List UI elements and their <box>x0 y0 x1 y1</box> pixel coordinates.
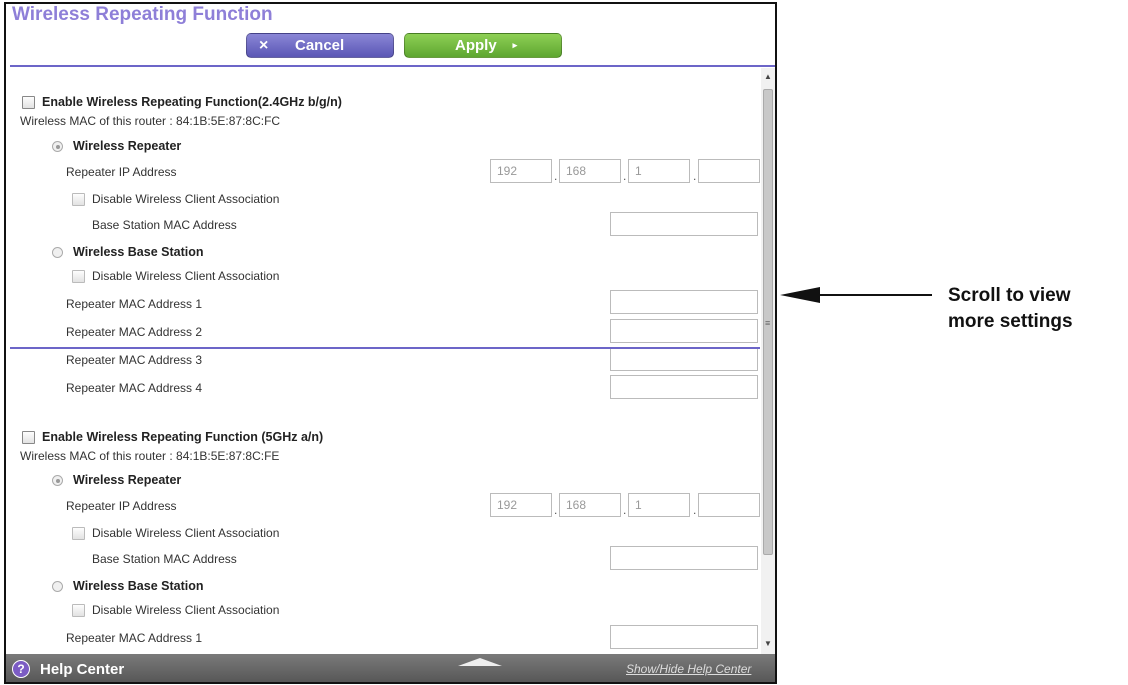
wireless-base-station-5-label: Wireless Base Station <box>73 579 204 593</box>
repeater-mac-24-3-input[interactable] <box>610 347 758 371</box>
repeater-mac-24-1-input[interactable] <box>610 290 758 314</box>
apply-button[interactable]: Apply ▸ <box>404 33 562 58</box>
disable-assoc-5b-row[interactable]: Disable Wireless Client Association <box>72 603 279 617</box>
base-station-mac-5-input[interactable] <box>610 546 758 570</box>
ip-separator: . <box>623 169 627 183</box>
scroll-thumb[interactable]: ≡ <box>763 89 773 555</box>
ip-separator: . <box>554 503 558 517</box>
ip-separator: . <box>693 503 697 517</box>
disable-assoc-5b-label: Disable Wireless Client Association <box>92 603 280 617</box>
enable-repeating-5-label: Enable Wireless Repeating Function (5GHz… <box>42 430 324 444</box>
disable-assoc-24-label: Disable Wireless Client Association <box>92 192 280 206</box>
cancel-button-label: Cancel <box>295 37 345 54</box>
ip-separator: . <box>693 169 697 183</box>
ip-separator: . <box>554 169 558 183</box>
show-hide-help-link[interactable]: Show/Hide Help Center <box>626 662 751 676</box>
repeater-ip-5-octet-2[interactable]: 168 <box>559 493 621 517</box>
disable-assoc-5-label: Disable Wireless Client Association <box>92 526 280 540</box>
disable-assoc-5-checkbox[interactable] <box>72 526 85 540</box>
repeater-ip-24-label: Repeater IP Address <box>66 165 177 179</box>
disable-assoc-24-row[interactable]: Disable Wireless Client Association <box>72 192 279 206</box>
repeater-ip-5-octet-4[interactable] <box>698 493 760 517</box>
repeater-mac-24-2-label: Repeater MAC Address 2 <box>66 325 203 339</box>
repeater-ip-24-octet-1[interactable]: 192 <box>490 159 552 183</box>
base-station-mac-24-input[interactable] <box>610 212 758 236</box>
enable-repeating-24-label: Enable Wireless Repeating Function(2.4GH… <box>42 95 342 109</box>
help-center-label[interactable]: Help Center <box>40 661 124 678</box>
wireless-base-station-24-label: Wireless Base Station <box>73 245 204 259</box>
wireless-repeater-24-label: Wireless Repeater <box>73 139 182 153</box>
wireless-base-station-24-row[interactable]: Wireless Base Station <box>52 245 204 259</box>
close-icon: × <box>259 36 269 54</box>
question-circle-icon[interactable]: ? <box>12 660 30 678</box>
base-station-mac-5-label: Base Station MAC Address <box>92 552 237 566</box>
callout-line-2: more settings <box>948 310 1073 332</box>
callout-arrow-icon <box>780 287 932 303</box>
page-title: Wireless Repeating Function <box>12 4 273 25</box>
repeater-mac-24-1-label: Repeater MAC Address 1 <box>66 297 203 311</box>
wireless-repeater-5-label: Wireless Repeater <box>73 473 182 487</box>
scroll-down-icon[interactable]: ▼ <box>764 639 772 648</box>
repeater-mac-24-2-input[interactable] <box>610 319 758 343</box>
repeater-ip-5-octet-3[interactable]: 1 <box>628 493 690 517</box>
router-settings-window: Wireless Repeating Function × Cancel App… <box>4 2 777 684</box>
router-mac-5: Wireless MAC of this router : 84:1B:5E:8… <box>20 449 280 463</box>
vertical-scrollbar[interactable]: ▲ ≡ ▼ <box>761 68 775 654</box>
wireless-repeater-24-radio[interactable] <box>52 140 63 152</box>
base-station-mac-24-label: Base Station MAC Address <box>92 218 237 232</box>
repeater-mac-5-1-input[interactable] <box>610 625 758 649</box>
repeater-mac-24-4-label: Repeater MAC Address 4 <box>66 381 203 395</box>
wireless-base-station-5-row[interactable]: Wireless Base Station <box>52 579 204 593</box>
enable-repeating-24-row[interactable]: Enable Wireless Repeating Function(2.4GH… <box>22 95 342 109</box>
repeater-mac-24-4-input[interactable] <box>610 375 758 399</box>
wireless-repeater-24-row[interactable]: Wireless Repeater <box>52 139 181 153</box>
wireless-repeater-5-radio[interactable] <box>52 474 63 486</box>
repeater-ip-24-octet-4[interactable] <box>698 159 760 183</box>
disable-assoc-24b-row[interactable]: Disable Wireless Client Association <box>72 269 279 283</box>
play-arrow-icon: ▸ <box>512 40 518 50</box>
apply-button-label: Apply <box>455 37 497 54</box>
disable-assoc-5-row[interactable]: Disable Wireless Client Association <box>72 526 279 540</box>
disable-assoc-24-checkbox[interactable] <box>72 192 85 206</box>
settings-content: Enable Wireless Repeating Function(2.4GH… <box>6 68 761 654</box>
enable-repeating-5-checkbox[interactable] <box>22 430 35 444</box>
router-mac-24: Wireless MAC of this router : 84:1B:5E:8… <box>20 114 281 128</box>
cancel-button[interactable]: × Cancel <box>246 33 394 58</box>
callout-annotation: Scroll to view more settings <box>948 283 1073 334</box>
disable-assoc-24b-checkbox[interactable] <box>72 269 85 283</box>
wireless-repeater-5-row[interactable]: Wireless Repeater <box>52 473 181 487</box>
wireless-base-station-24-radio[interactable] <box>52 246 63 258</box>
repeater-ip-5-octet-1[interactable]: 192 <box>490 493 552 517</box>
help-center-bar[interactable]: ? Help Center Show/Hide Help Center <box>6 654 775 682</box>
ip-separator: . <box>623 503 627 517</box>
callout-line-1: Scroll to view <box>948 285 1071 306</box>
disable-assoc-24b-label: Disable Wireless Client Association <box>92 269 280 283</box>
repeater-ip-5-label: Repeater IP Address <box>66 499 177 513</box>
repeater-mac-5-1-label: Repeater MAC Address 1 <box>66 631 203 645</box>
wireless-base-station-5-radio[interactable] <box>52 580 63 592</box>
section-divider <box>10 347 760 349</box>
repeater-ip-24-octet-2[interactable]: 168 <box>559 159 621 183</box>
repeater-mac-24-3-label: Repeater MAC Address 3 <box>66 353 203 367</box>
scroll-up-icon[interactable]: ▲ <box>764 72 772 81</box>
title-divider <box>10 65 775 67</box>
grip-icon: ≡ <box>765 318 771 328</box>
repeater-ip-24-octet-3[interactable]: 1 <box>628 159 690 183</box>
disable-assoc-5b-checkbox[interactable] <box>72 603 85 617</box>
expand-up-icon[interactable] <box>458 658 502 666</box>
enable-repeating-5-row[interactable]: Enable Wireless Repeating Function (5GHz… <box>22 430 323 444</box>
enable-repeating-24-checkbox[interactable] <box>22 95 35 109</box>
